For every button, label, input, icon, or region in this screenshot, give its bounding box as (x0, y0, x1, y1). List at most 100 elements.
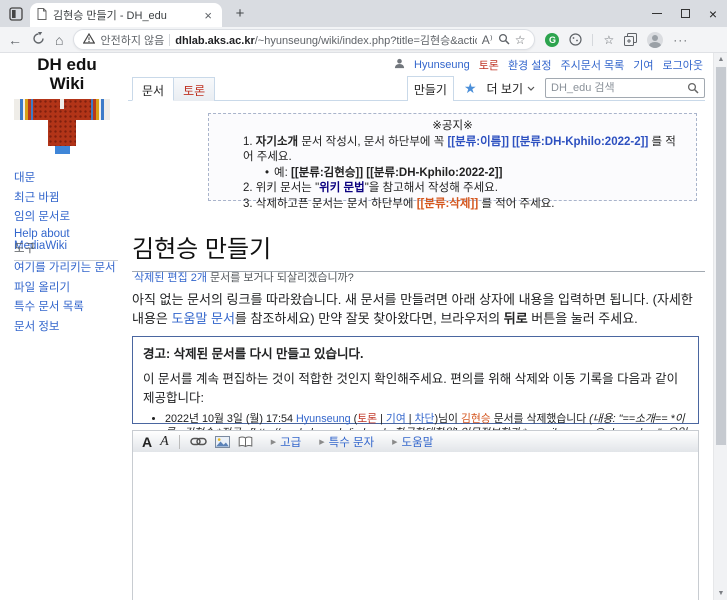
close-icon: × (709, 7, 717, 21)
wiki-syntax-link[interactable]: 위키 문법 (319, 182, 365, 194)
log-contribs-link[interactable]: 기여 (386, 413, 406, 425)
sidebar-item-what-links-here[interactable]: 여기를 가리키는 문서 (14, 259, 116, 275)
security-label: 안전하지 않음 (100, 32, 164, 48)
reference-book-button[interactable] (238, 436, 253, 448)
browser-tab[interactable]: 김현승 만들기 - DH_edu × (30, 3, 222, 27)
notice-item-3: 3. 삭제하고픈 문서는 문서 하단부에 [[분류:삭제]] 를 적어 주세요. (243, 197, 686, 213)
browser-tab-strip: 김현승 만들기 - DH_edu × + × (0, 0, 727, 27)
deleted-edits-note: 삭제된 편집 2개 문서를 보거나 되살리겠습니까? (134, 269, 354, 285)
avatar-icon (647, 32, 663, 48)
refresh-icon[interactable] (32, 32, 45, 47)
vertical-tabs-icon[interactable] (9, 7, 23, 21)
favorites-star-icon[interactable]: ☆ (515, 34, 526, 46)
log-deleted-page-link[interactable]: 김현승 (461, 413, 491, 425)
scroll-up-icon[interactable]: ▲ (714, 56, 727, 63)
not-secure-warning-icon (83, 33, 95, 47)
more-menu[interactable]: 더 보기 (487, 80, 535, 97)
wiki-logo-text[interactable]: DH edu Wiki (10, 55, 124, 93)
warning-body: 이 문서를 계속 편집하는 것이 적합한 것인지 확인해주세요. 편의를 위해 … (143, 368, 688, 406)
maximize-button[interactable] (671, 0, 699, 27)
page-scrollbar[interactable]: ▲ ▼ (713, 53, 727, 600)
tab-talk[interactable]: 토론 (174, 77, 215, 101)
minimize-button[interactable] (643, 0, 671, 27)
collections-icon[interactable] (624, 33, 637, 46)
maximize-icon (681, 9, 690, 18)
sidebar-tools: 여기를 가리키는 문서 파일 올리기 특수 문서 목록 문서 정보 (14, 259, 116, 334)
wikitext-editor[interactable] (132, 452, 699, 600)
search-icon[interactable] (687, 82, 699, 94)
window-controls: × (643, 0, 727, 27)
watch-star-icon[interactable]: ★ (464, 80, 477, 97)
zoom-icon[interactable] (498, 33, 510, 47)
back-icon[interactable]: ← (8, 33, 22, 47)
link-button[interactable] (190, 436, 207, 447)
toolbar-special-characters[interactable]: ▶ 특수 문자 (319, 434, 374, 450)
help-page-link[interactable]: 도움말 문서 (172, 311, 235, 326)
sidebar-item-random-page[interactable]: 임의 문서로 (14, 208, 124, 224)
wiki-page: ▲ ▼ Hyunseung 토론 환경 설정 주시문서 목록 기여 로그아웃 D… (0, 53, 727, 600)
notice-title: ※공지※ (219, 119, 686, 135)
tab-article[interactable]: 문서 (132, 77, 174, 101)
close-button[interactable]: × (699, 0, 727, 27)
category-delete-link[interactable]: [[분류:삭제]] (417, 198, 478, 210)
favorites-bar-icon[interactable]: ☆ (603, 34, 614, 46)
tab-create[interactable]: 만들기 (407, 76, 454, 101)
browser-menu-icon[interactable]: ··· (673, 33, 688, 47)
sidebar-item-recent-changes[interactable]: 최근 바뀜 (14, 189, 124, 205)
new-tab-button[interactable]: + (230, 4, 250, 24)
scrollbar-thumb[interactable] (716, 67, 726, 445)
chevron-down-icon (527, 86, 535, 91)
notice-box: ※공지※ 1. 자기소개 문서 작성시, 문서 하단부에 꼭 [[분류:이름]]… (208, 113, 697, 201)
url-path: /~hyunseung/wiki/index.php?title=김현승&act… (255, 35, 477, 47)
wiki-logo-image[interactable] (14, 94, 110, 154)
address-input[interactable]: 안전하지 않음 dhlab.aks.ac.kr/~hyunseung/wiki/… (73, 29, 535, 50)
tab-title: 김현승 만들기 - DH_edu (53, 7, 201, 23)
notice-item-1-example: 예: [[분류:김현승]] [[분류:DH-Kphilo:2022-2]] (265, 166, 686, 182)
intro-paragraph: 아직 없는 문서의 링크를 따라왔습니다. 새 문서를 만들려면 아래 상자에 … (132, 290, 705, 328)
wikieditor-toolbar: A A ▶ 고급 ▶ 특수 문자 (132, 430, 699, 453)
read-aloud-icon[interactable]: A⁾ (482, 34, 493, 46)
tracking-prevention-icon[interactable] (569, 33, 582, 46)
sidebar: DH edu Wiki 대문 최근 바뀜 임의 문서로 Help about M… (10, 53, 124, 93)
warning-heading: 경고: 삭제된 문서를 다시 만들고 있습니다. (143, 343, 688, 362)
url-text: dhlab.aks.ac.kr/~hyunseung/wiki/index.ph… (175, 32, 477, 48)
extension-icon[interactable]: G (545, 33, 559, 47)
home-icon[interactable]: ⌂ (55, 33, 63, 47)
italic-button[interactable]: A (160, 434, 169, 450)
image-button[interactable] (215, 436, 230, 448)
bold-button[interactable]: A (142, 434, 152, 450)
profile-avatar[interactable] (647, 32, 663, 48)
sidebar-item-main-page[interactable]: 대문 (14, 169, 124, 185)
sidebar-item-special-pages[interactable]: 특수 문서 목록 (14, 298, 116, 314)
logo-line1: DH edu (10, 55, 124, 74)
divider (179, 435, 180, 449)
log-block-link[interactable]: 차단 (415, 413, 435, 425)
page-tab-row: 문서 토론 만들기 ★ 더 보기 (128, 78, 705, 101)
sidebar-item-upload-file[interactable]: 파일 올리기 (14, 279, 116, 295)
category-links[interactable]: [[분류:이름]] [[분류:DH-Kphilo:2022-2]] (447, 136, 648, 148)
log-talk-link[interactable]: 토론 (357, 413, 377, 425)
toolbar-help[interactable]: ▶ 도움말 (392, 434, 433, 450)
content-area: 문서 토론 만들기 ★ 더 보기 ※공지※ (132, 53, 705, 600)
search-input[interactable] (551, 82, 687, 94)
browser-address-bar: ← ⌂ 안전하지 않음 dhlab.aks.ac.kr/~hyunseung/w… (0, 27, 727, 53)
log-user-link[interactable]: Hyunseung (296, 413, 351, 425)
scroll-down-icon[interactable]: ▼ (714, 590, 727, 597)
recreate-warning-box: 경고: 삭제된 문서를 다시 만들고 있습니다. 이 문서를 계속 편집하는 것… (132, 336, 699, 424)
minimize-icon (652, 13, 662, 14)
tools-header: 도구 (14, 240, 118, 261)
triangle-right-icon: ▶ (392, 438, 397, 446)
tab-close-icon[interactable]: × (201, 8, 215, 23)
divider (592, 34, 593, 46)
triangle-right-icon: ▶ (319, 438, 324, 446)
triangle-right-icon: ▶ (271, 438, 276, 446)
garment-hem (55, 146, 70, 154)
page-favicon-icon (37, 8, 47, 23)
search-box (545, 78, 705, 98)
divider (169, 34, 170, 46)
deleted-edits-link[interactable]: 삭제된 편집 2개 (134, 272, 207, 284)
garment-collar (60, 99, 64, 109)
sidebar-item-page-info[interactable]: 문서 정보 (14, 318, 116, 334)
toolbar-advanced[interactable]: ▶ 고급 (271, 434, 302, 450)
browser-window: 김현승 만들기 - DH_edu × + × ← ⌂ 안전하지 않음 dhlab… (0, 0, 727, 600)
